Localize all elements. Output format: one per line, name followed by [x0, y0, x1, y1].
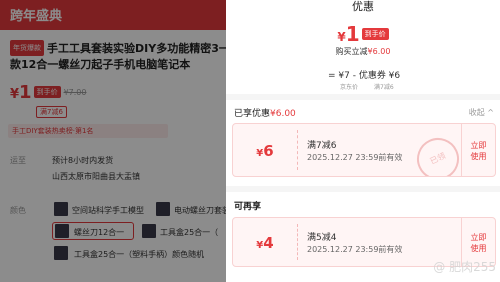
discount-prefix: 购买立减 — [335, 47, 368, 56]
price-equation: = ¥7 - 优惠券 ¥6 — [328, 71, 401, 81]
final-price-value: 1 — [345, 22, 360, 46]
watermark: @ 肥肉255 — [433, 260, 496, 274]
applied-amount: ¥6.00 — [270, 109, 296, 119]
use-now-label-1: 立即 — [470, 141, 487, 150]
coupon-amount: 6 — [263, 142, 274, 160]
chevron-up-icon: ^ — [487, 108, 494, 117]
final-price-badge: 到手价 — [361, 28, 389, 40]
equation-note-right: 满7减6 — [374, 84, 394, 91]
coupon-amount: 4 — [263, 234, 274, 252]
coupon-expiry: 2025.12.27 23:59前有效 — [307, 245, 403, 254]
use-now-label-2: 使用 — [470, 244, 487, 253]
use-now-button[interactable]: 立即 使用 — [461, 124, 495, 176]
price-summary: ¥1 到手价 购买立减¥6.00 = ¥7 - 优惠券 ¥6 京东价 满7减6 — [226, 16, 500, 91]
coupon-expiry: 2025.12.27 23:59前有效 — [307, 153, 403, 162]
coupon-rule: 满7减6 — [307, 141, 337, 151]
coupon-rule: 满5减4 — [307, 233, 337, 243]
coupon-separator — [297, 130, 298, 170]
section-divider — [226, 94, 500, 100]
applied-label: 已享优惠 — [234, 109, 271, 119]
coupon-separator — [297, 224, 298, 260]
final-price: ¥1 到手价 — [226, 22, 500, 46]
claimed-stamp: 已领 — [410, 131, 466, 176]
more-section-title: 可再享 — [234, 202, 262, 212]
section-divider — [226, 186, 500, 192]
use-now-label-1: 立即 — [470, 233, 487, 242]
use-now-label-2: 使用 — [470, 152, 487, 161]
coupon-value: ¥4 — [233, 218, 297, 266]
coupon-value: ¥6 — [233, 124, 297, 176]
final-price-currency: ¥ — [337, 30, 346, 44]
collapse-button[interactable]: 收起 ^ — [469, 107, 494, 118]
collapse-label: 收起 — [468, 108, 485, 117]
equation-note-left: 京东价 — [340, 84, 359, 91]
sheet-title: 优惠 — [352, 0, 374, 13]
applied-section-title: 已享优惠¥6.00 — [234, 106, 296, 119]
discount-summary: 购买立减¥6.00 — [226, 46, 500, 57]
coupon-sheet: 优惠 ¥1 到手价 购买立减¥6.00 = ¥7 - 优惠券 ¥6 京东价 满7减… — [226, 0, 500, 282]
coupon-card[interactable]: ¥6 满7减6 2025.12.27 23:59前有效 已领 立即 使用 — [232, 123, 496, 177]
discount-amount: ¥6.00 — [367, 47, 391, 56]
